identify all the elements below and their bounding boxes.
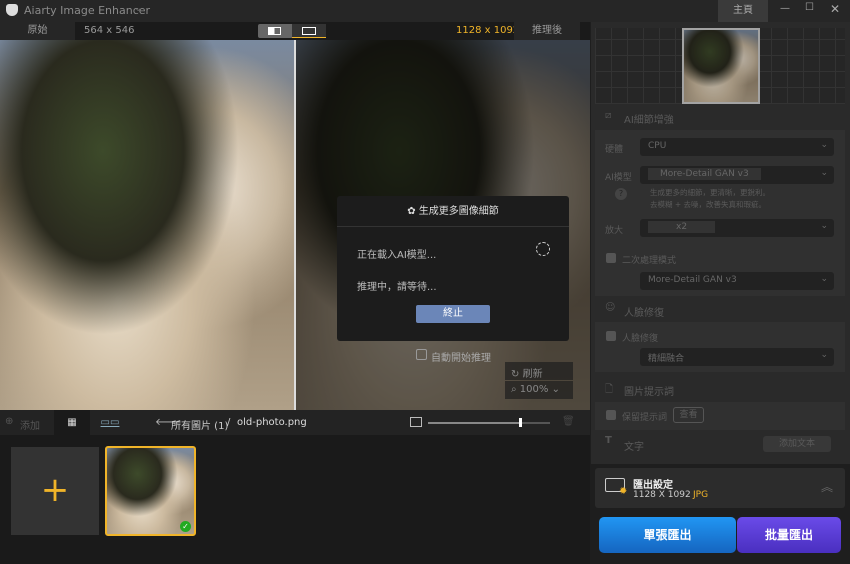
add-text-button[interactable]: 添加文本 (763, 436, 831, 452)
model-label: AI模型 (605, 173, 632, 183)
grid-view-button[interactable]: ▦ (54, 410, 90, 435)
batch-export-button[interactable]: 批量匯出 (737, 517, 841, 553)
breadcrumb-filename: old-photo.png (237, 417, 307, 428)
thumbnail-old-photo[interactable]: ✓ (105, 446, 196, 536)
navigator-thumbnail[interactable] (682, 28, 760, 104)
image-size-icon (410, 417, 422, 427)
original-label: 原始 (0, 22, 75, 40)
hardware-select[interactable]: CPU ⌄ (640, 138, 834, 156)
hardware-label: 硬體 (605, 145, 624, 155)
second-pass-label: 二次處理模式 (622, 256, 677, 266)
chevron-down-icon[interactable]: ⌄ (134, 3, 142, 14)
zoom-icon: ⌕ (511, 384, 517, 395)
keep-prompt-label: 保留提示詞 (622, 413, 668, 423)
add-image-button[interactable]: + (11, 447, 99, 535)
face-mode-select[interactable]: 精細融合 ⌄ (640, 348, 834, 366)
view-bar: 原始 564 x 546 1128 x 1092 推理後 (0, 22, 590, 40)
face-checkbox[interactable] (606, 331, 616, 341)
second-pass-checkbox[interactable] (606, 253, 616, 263)
add-button[interactable]: 添加 (20, 417, 40, 432)
text-section-title: 文字 (624, 442, 644, 453)
title-bar: Aiarty Image Enhancer ⌄ 主頁 — ☐ ✕ (0, 0, 850, 22)
enhance-icon: ⧄ (605, 110, 612, 121)
add-icon[interactable]: ⊕ (5, 416, 13, 427)
model-select[interactable]: More-Detail GAN v3 ⌄ (640, 166, 834, 184)
ai-section-title: AI細節增強 (624, 115, 674, 126)
document-icon: 🗋 (605, 384, 614, 395)
prompt-section: 保留提示詞 查看 (595, 402, 845, 430)
maximize-button[interactable]: ☐ (805, 2, 814, 13)
face-settings-section: 人臉修復 精細融合 ⌄ (595, 322, 845, 372)
export-area: ✹ 匯出設定 1128 X 1092 JPG ︽ 單張匯出 批量匯出 (591, 464, 850, 564)
gear-icon: ✹ (619, 486, 628, 497)
navigator-preview[interactable] (595, 28, 845, 104)
face-section-title: 人臉修復 (624, 308, 664, 319)
strip-view-button[interactable]: ▭▭ (92, 410, 128, 435)
inference-status: 推理中，請等待... (357, 282, 437, 293)
breadcrumb-separator: / (227, 417, 231, 428)
app-title: Aiarty Image Enhancer (24, 4, 151, 17)
loading-status: 正在載入AI模型... (357, 250, 437, 261)
single-view-button[interactable] (258, 24, 292, 38)
dialog-title: 生成更多圖像細節 (418, 206, 499, 217)
face-label: 人臉修復 (622, 334, 659, 344)
prompt-section-title: 圖片提示詞 (624, 387, 674, 398)
aperture-icon: ✿ (407, 206, 416, 217)
model-description: 生成更多的細節，更清晰，更銳利。 (650, 188, 770, 197)
ai-settings-section: 硬體 CPU ⌄ AI模型 More-Detail GAN v3 ⌄ ? 生成更多的… (595, 130, 845, 296)
original-size: 564 x 546 (84, 25, 135, 36)
auto-start-label: 自動開始推理 (431, 353, 491, 364)
thumbnail-size-slider[interactable] (428, 418, 550, 427)
after-label: 推理後 (514, 22, 580, 40)
face-icon: ☺ (605, 302, 616, 313)
export-title: 匯出設定 (633, 480, 673, 491)
spinner-icon (536, 242, 550, 256)
bottom-toolbar: ⊕ 添加 ▦ ▭▭ 🡐 所有圖片 (1) / old-photo.png 🗑 (0, 410, 590, 435)
home-button[interactable]: 主頁 (718, 0, 768, 22)
output-size: 1128 x 1092 (456, 25, 520, 36)
auto-start-checkbox[interactable] (416, 349, 427, 360)
chevron-up-icon[interactable]: ︽ (821, 478, 833, 495)
minimize-button[interactable]: — (780, 3, 790, 14)
text-icon: T (605, 435, 612, 446)
stop-button[interactable]: 終止 (416, 305, 490, 323)
trash-icon[interactable]: 🗑 (562, 416, 575, 427)
zoom-select[interactable]: ⌕ 100% ⌄ (505, 381, 573, 399)
original-image (0, 40, 294, 410)
keep-prompt-checkbox[interactable] (606, 410, 616, 420)
scale-select[interactable]: x2 ⌄ (640, 219, 834, 237)
check-icon: ✓ (180, 521, 191, 532)
scale-label: 放大 (605, 226, 624, 236)
export-format: JPG (693, 490, 709, 500)
export-settings[interactable]: ✹ 匯出設定 1128 X 1092 JPG ︽ (595, 468, 845, 508)
single-export-button[interactable]: 單張匯出 (599, 517, 736, 553)
export-size: 1128 X 1092 (633, 490, 691, 500)
app-logo-icon (6, 4, 18, 16)
thumbnail-strip: + ✓ (0, 435, 590, 564)
second-model-select[interactable]: More-Detail GAN v3 ⌄ (640, 272, 834, 290)
breadcrumb-all[interactable]: 所有圖片 (1) (171, 417, 228, 432)
split-view-button[interactable] (292, 24, 326, 38)
model-description-2: 去模糊 + 去噪，改善失真和瑕疵。 (650, 200, 767, 209)
view-prompt-button[interactable]: 查看 (673, 407, 704, 423)
progress-dialog: ✿ 生成更多圖像細節 正在載入AI模型... 推理中，請等待... 終止 (337, 196, 569, 341)
settings-panel: ⧄ AI細節增強 硬體 CPU ⌄ AI模型 More-Detail GAN v3… (591, 22, 850, 564)
refresh-button[interactable]: ↻ 刷新 (505, 362, 573, 380)
close-button[interactable]: ✕ (830, 2, 840, 16)
refresh-icon: ↻ (511, 369, 520, 380)
help-icon[interactable]: ? (615, 188, 627, 200)
